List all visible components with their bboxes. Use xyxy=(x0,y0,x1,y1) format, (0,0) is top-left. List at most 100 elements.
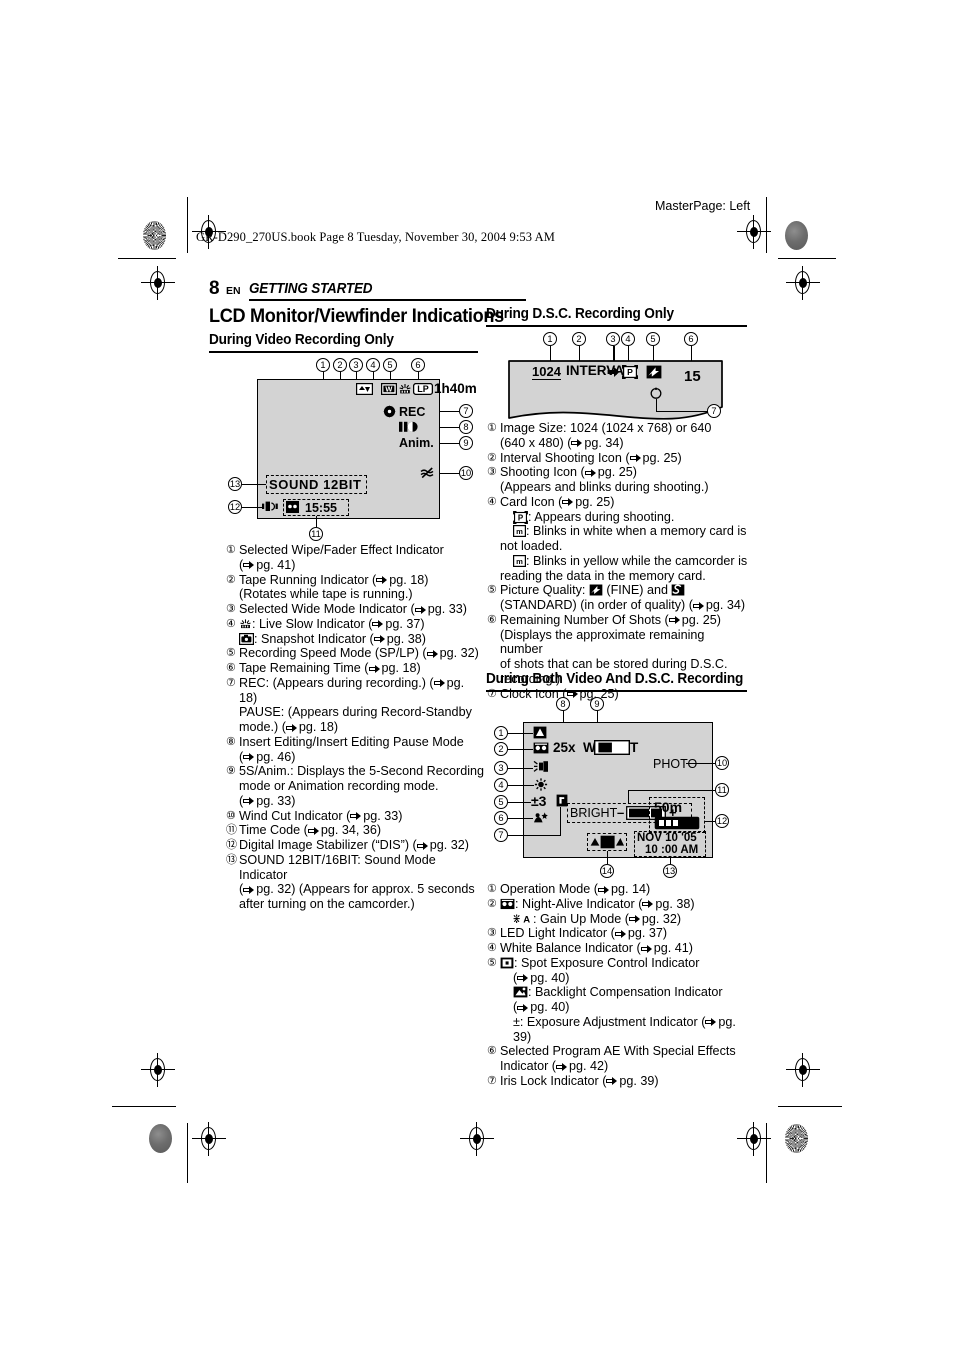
item-line: REC: (Appears during recording.) (pg. 18… xyxy=(239,675,465,705)
callout-both-13: 13 xyxy=(663,864,677,878)
callout-6: 6 xyxy=(411,358,425,372)
list-item: ② Tape Running Indicator (pg. 18) (Rotat… xyxy=(226,573,484,603)
density-patch-star-bottomright xyxy=(785,1124,808,1153)
list-item: ② Interval Shooting Icon (pg. 25) xyxy=(487,451,749,466)
callout-dsc-2: 2 xyxy=(572,332,586,346)
section-rule-video-only xyxy=(209,351,478,353)
crop-line-bottom-right-v xyxy=(766,1123,768,1183)
page-pointer-icon xyxy=(584,468,597,477)
page-language-code: EN xyxy=(226,285,241,297)
page-pointer-icon xyxy=(705,1018,717,1027)
item-line: (Rotates while tape is running.) xyxy=(239,587,413,602)
callout-8: 8 xyxy=(459,420,473,434)
list-item: ① Operation Mode (pg. 14) xyxy=(487,882,749,897)
crop-line-bottom-left-v xyxy=(187,1123,189,1183)
callout-dsc-4: 4 xyxy=(621,332,635,346)
item-number: ⑫ xyxy=(226,839,237,851)
item-line: Indicator (pg. 42) xyxy=(500,1059,609,1073)
leader-both-13-v xyxy=(669,857,671,864)
leader-both-6-h xyxy=(508,818,533,820)
leader-both-11-v xyxy=(628,790,630,804)
list-item: ⑤ Picture Quality: (FINE) and (STANDARD)… xyxy=(487,583,749,613)
item-line: Interval Shooting Icon (pg. 25) xyxy=(500,450,682,465)
callout-9: 9 xyxy=(459,436,473,450)
card-p-inline-icon: P xyxy=(513,510,528,524)
sound-mode-value: SOUND 12BIT xyxy=(269,477,362,492)
gain-up-inline-icon: A xyxy=(513,913,533,925)
item-line: : Backlight Compensation Indicator xyxy=(500,985,749,1000)
insert-editing-icon xyxy=(399,421,423,433)
callout-12: 12 xyxy=(228,500,242,514)
crop-line-top-left-v xyxy=(187,197,189,253)
item-line: : Live Slow Indicator (pg. 37) xyxy=(239,617,484,632)
item-line: Tape Remaining Time (pg. 18) xyxy=(239,661,421,675)
item-line: Card Icon (pg. 25) xyxy=(500,494,615,509)
svg-text:A: A xyxy=(523,914,530,924)
list-item: ④ White Balance Indicator (pg. 41) xyxy=(487,941,749,956)
callout-11: 11 xyxy=(309,527,323,541)
item-line: White Balance Indicator (pg. 41) xyxy=(500,941,693,955)
svg-text:LP: LP xyxy=(417,384,429,394)
page-pointer-icon xyxy=(350,812,362,821)
list-item: ⑤ Recording Speed Mode (SP/LP) (pg. 32) xyxy=(226,646,484,661)
page-pointer-icon xyxy=(373,635,386,644)
item-number: ② xyxy=(226,573,236,586)
item-line: Remaining Number Of Shots (pg. 25) xyxy=(500,612,721,627)
item-line: A: Gain Up Mode (pg. 32) xyxy=(500,912,749,927)
list-item: ⑫ Digital Image Stabilizer (“DIS”) (pg. … xyxy=(226,838,484,853)
leader-7-h xyxy=(440,411,459,413)
night-alive-inline-icon xyxy=(500,898,515,910)
time-code-value: 15:55 xyxy=(305,501,337,515)
backlight-inline-icon xyxy=(513,986,528,998)
wide-mode-icon: W xyxy=(381,383,397,395)
chapter-title: GETTING STARTED xyxy=(249,281,373,297)
item-line: Iris Lock Indicator (pg. 39) xyxy=(500,1073,659,1088)
item-line: Picture Quality: (FINE) and xyxy=(500,583,749,598)
callout-both-11: 11 xyxy=(715,783,729,797)
card-icon: P xyxy=(622,365,638,379)
list-item: ③ Selected Wide Mode Indicator (pg. 33) xyxy=(226,602,484,617)
density-patch-dark-bottomleft xyxy=(149,1124,172,1153)
leader-both-14-v xyxy=(606,851,608,864)
media-selector-icon xyxy=(590,835,624,849)
list-item: ② : Night-Alive Indicator (pg. 38) A: Ga… xyxy=(487,897,749,927)
leader-both-7-h xyxy=(508,835,561,837)
callout-both-4: 4 xyxy=(494,778,508,792)
item-line: after turning on the camcorder.) xyxy=(239,897,415,911)
callout-dsc-1: 1 xyxy=(543,332,557,346)
leader-both-5-h xyxy=(508,802,531,804)
item-line: (Displays the approximate remaining numb… xyxy=(500,627,705,657)
callout-1: 1 xyxy=(316,358,330,372)
date-value: NOV 10 '05 xyxy=(637,832,697,844)
callout-both-7: 7 xyxy=(494,828,508,842)
page-pointer-icon xyxy=(640,944,653,953)
recording-speed-icon: LP xyxy=(413,383,433,395)
item-number: ④ xyxy=(487,942,497,954)
leader-both-4-h xyxy=(508,785,534,787)
battery-icon xyxy=(654,816,700,830)
item-line: 5S/Anim.: Displays the 5-Second Recordin… xyxy=(239,764,485,779)
callout-both-1: 1 xyxy=(494,726,508,740)
leader-11-v xyxy=(315,516,317,527)
list-item: ⑩ Wind Cut Indicator (pg. 33) xyxy=(226,809,484,824)
item-number: ④ xyxy=(226,617,236,630)
leader-both-1-h xyxy=(508,733,533,735)
callout-both-9: 9 xyxy=(590,697,604,711)
page-pointer-icon xyxy=(556,1062,568,1071)
section-title-both: During Both Video And D.S.C. Recording xyxy=(486,671,744,687)
callout-13: 13 xyxy=(228,477,242,491)
item-line: P: Appears during shooting. xyxy=(500,510,749,525)
item-line: Time Code (pg. 34, 36) xyxy=(239,823,382,838)
crop-line-bottom-left-h xyxy=(112,1106,176,1108)
callout-2: 2 xyxy=(333,358,347,372)
density-patch-dark-topright xyxy=(785,221,808,250)
callout-4: 4 xyxy=(366,358,380,372)
leader-both-7-v xyxy=(560,807,562,835)
item-number: ⑧ xyxy=(226,735,236,748)
item-number: ④ xyxy=(487,495,497,508)
page-pointer-icon xyxy=(628,915,641,924)
svg-text:P: P xyxy=(518,513,524,522)
list-video-only: ① Selected Wipe/Fader Effect Indicator (… xyxy=(226,543,484,912)
item-line: (640 x 480) (pg. 34) xyxy=(500,435,624,450)
leader-both-11-h xyxy=(628,790,715,792)
